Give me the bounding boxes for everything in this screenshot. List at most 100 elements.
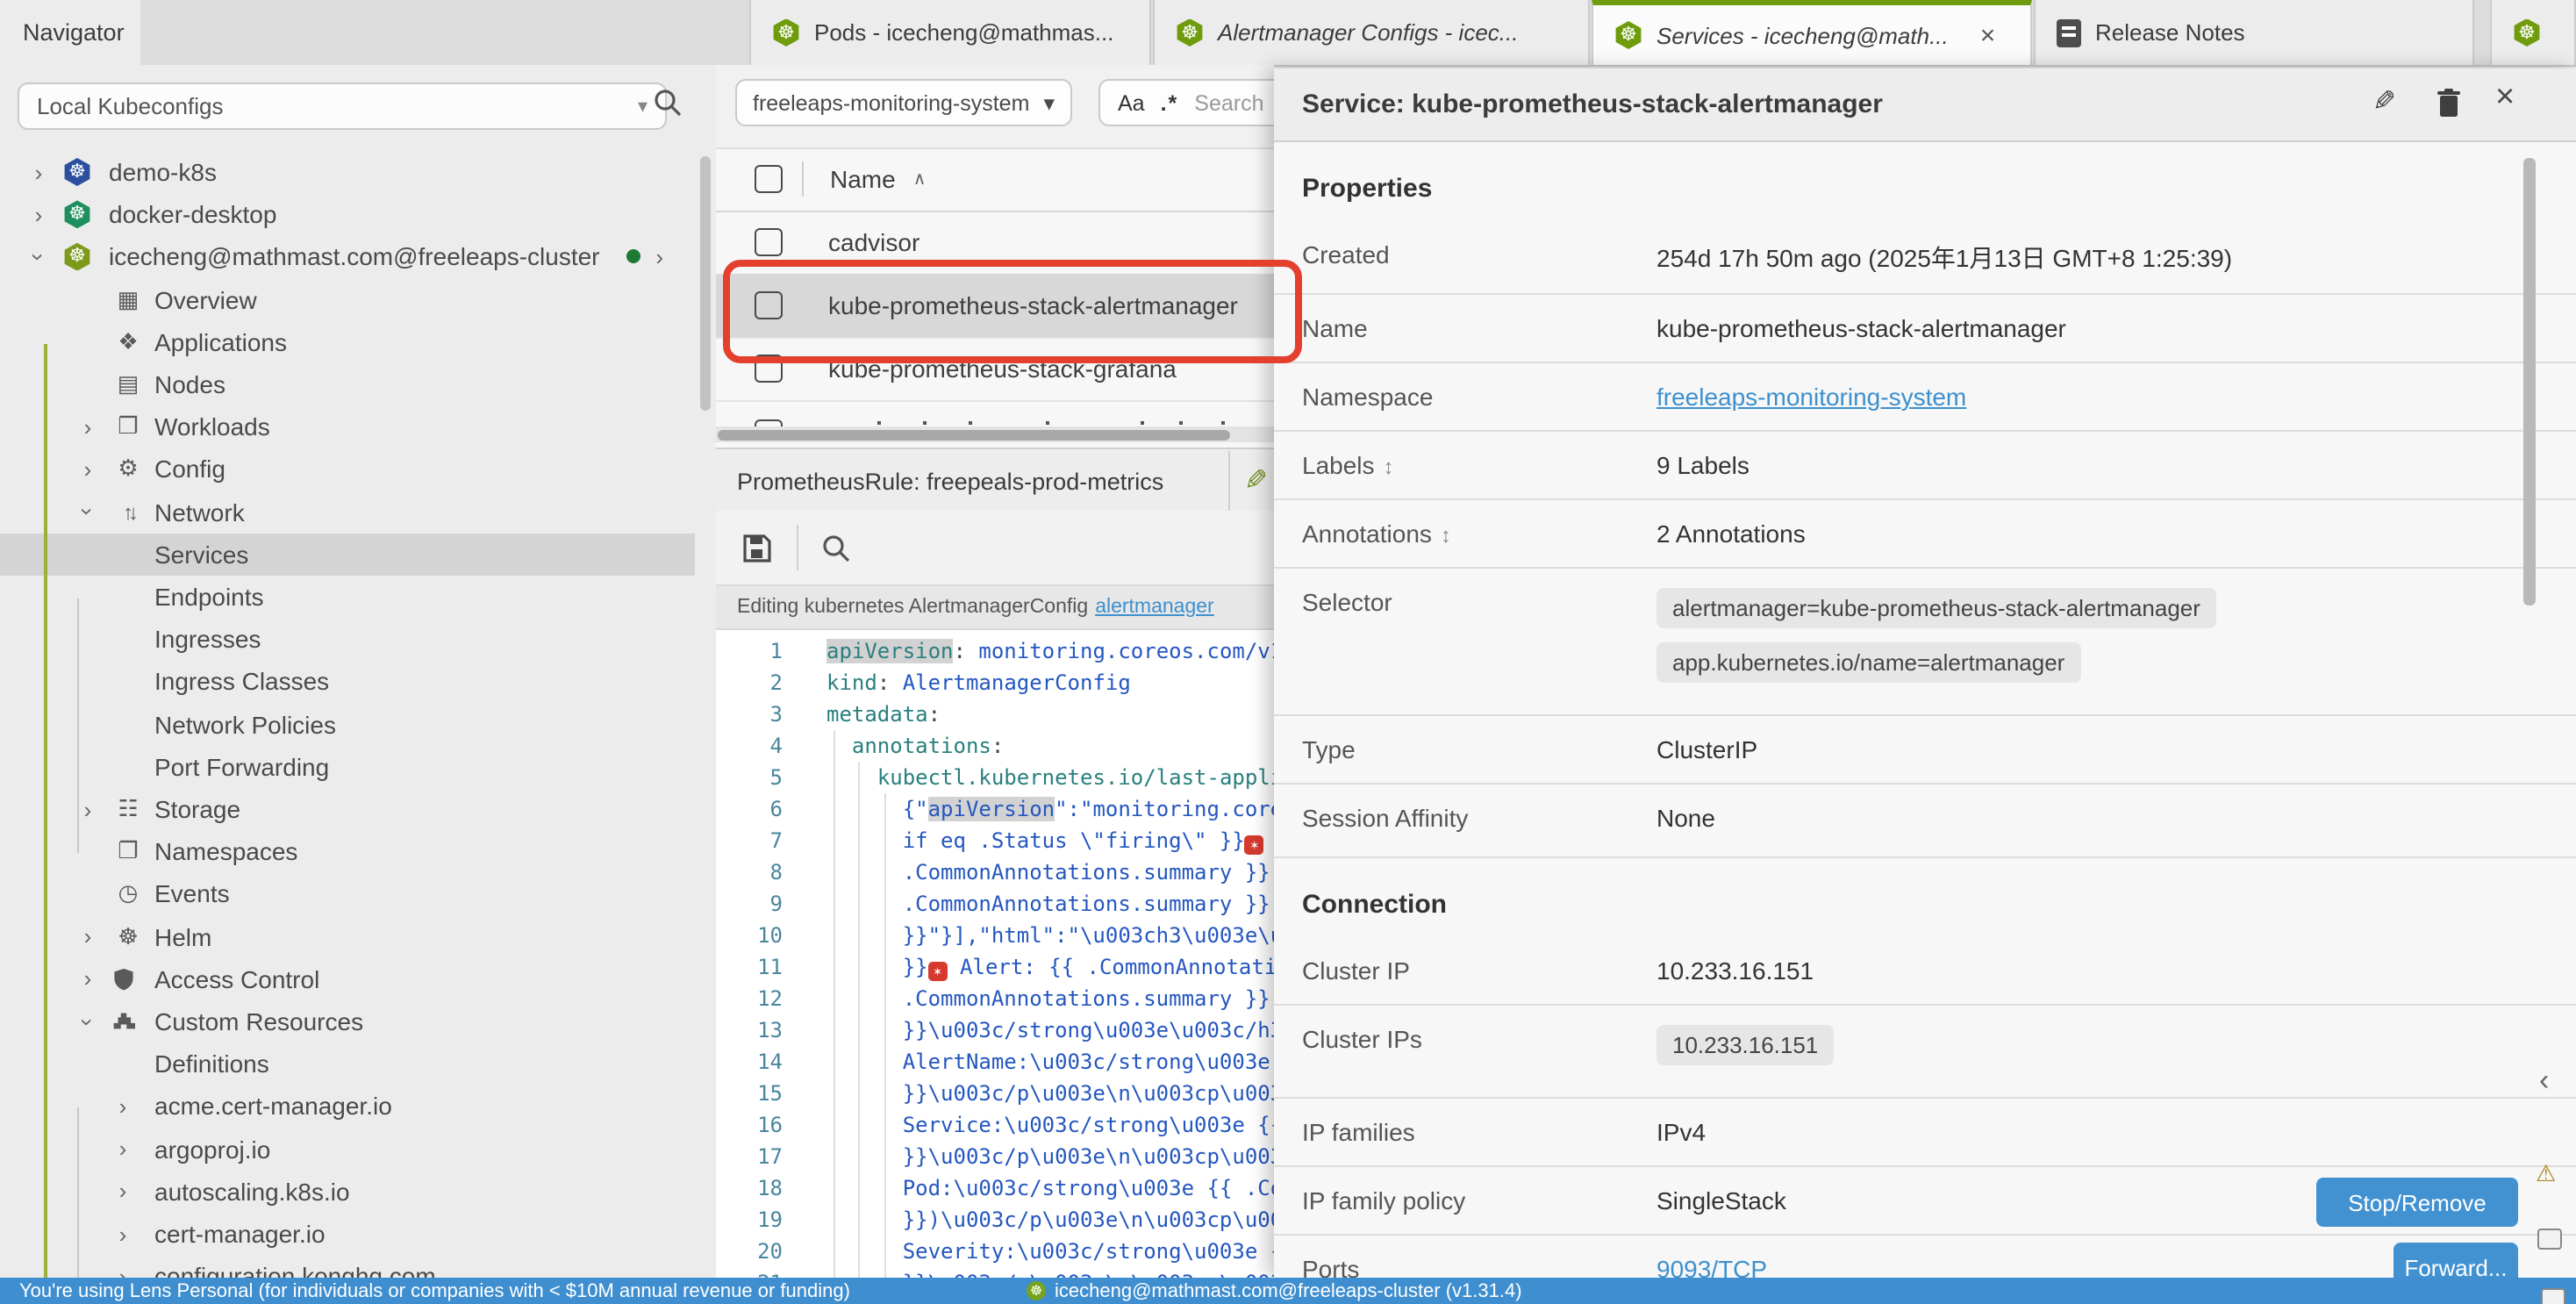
- panel-icon[interactable]: [2537, 1229, 2562, 1250]
- sort-asc-icon[interactable]: ∧: [913, 169, 927, 189]
- sidebar-item-workloads[interactable]: ›❒Workloads: [0, 405, 695, 448]
- chevron-right-icon[interactable]: ›: [77, 966, 98, 992]
- code-line-3: 3metadata:: [716, 699, 1274, 730]
- sidebar-item-demo-k8s[interactable]: ›☸demo-k8s: [0, 151, 695, 193]
- active-cluster-status[interactable]: ☸ icecheng@mathmast.com@freeleaps-cluste…: [1027, 1280, 1522, 1301]
- sidebar-item-icecheng-mathmast-com-freeleaps-cluster[interactable]: ›☸icecheng@mathmast.com@freeleaps-cluste…: [0, 236, 695, 278]
- trash-icon[interactable]: [2436, 88, 2462, 118]
- dock-tab-prometheusrule[interactable]: PrometheusRule: freepeals-prod-metrics: [737, 468, 1163, 494]
- chevron-right-icon[interactable]: ›: [77, 456, 98, 483]
- sidebar-item-custom-resources[interactable]: ›Custom Resources: [0, 1000, 695, 1042]
- chevron-right-icon[interactable]: ›: [77, 413, 98, 440]
- close-icon[interactable]: ×: [1980, 20, 1996, 50]
- code-line-6: 6 {"apiVersion":"monitoring.coreos: [716, 793, 1274, 825]
- list-search-input[interactable]: Aa .* Search: [1098, 79, 1274, 126]
- sidebar-item-storage[interactable]: ›☷Storage: [0, 788, 695, 830]
- sidebar-item-endpoints[interactable]: Endpoints: [0, 576, 695, 618]
- chevron-right-icon[interactable]: ›: [112, 1093, 133, 1120]
- chevron-down-icon[interactable]: ›: [75, 501, 101, 522]
- chevron-right-icon[interactable]: ›: [28, 201, 49, 227]
- sidebar-item-acme-cert-manager-io[interactable]: ›acme.cert-manager.io: [0, 1085, 695, 1128]
- regex-icon[interactable]: .*: [1161, 90, 1179, 115]
- chevron-right-icon[interactable]: ›: [655, 244, 663, 270]
- yaml-editor[interactable]: 1apiVersion: monitoring.coreos.com/v12ki…: [716, 630, 1274, 1278]
- tab-pods[interactable]: ☸Pods - icecheng@mathmas...: [749, 0, 1151, 65]
- line-content: }}✶ Alert: {{ .CommonAnnotati: [826, 951, 1274, 983]
- edit-pencil-icon[interactable]: ✎: [2372, 90, 2396, 118]
- tab-alertmanager[interactable]: ☸Alertmanager Configs - icec...: [1153, 0, 1590, 65]
- drawer-scrollbar[interactable]: [2523, 158, 2536, 605]
- code-line-5: 5 kubectl.kubernetes.io/last-applied: [716, 762, 1274, 793]
- edit-pencil-icon[interactable]: ✎: [1244, 463, 1268, 498]
- sidebar-item-network-policies[interactable]: Network Policies: [0, 703, 695, 745]
- sidebar-item-autoscaling-k8s-io[interactable]: ›autoscaling.k8s.io: [0, 1171, 695, 1213]
- row-label: Labels↕: [1274, 451, 1657, 479]
- sidebar-item-access-control[interactable]: ›Access Control: [0, 958, 695, 1000]
- chevron-right-icon[interactable]: ›: [77, 796, 98, 822]
- table-row-cadvisor[interactable]: cadvisor: [716, 211, 1274, 276]
- sidebar-item-cert-manager-io[interactable]: ›cert-manager.io: [0, 1213, 695, 1255]
- panel-icon[interactable]: [2541, 1288, 2565, 1304]
- row-text-clipped: [877, 421, 881, 425]
- sidebar-item-config[interactable]: ›⚙Config: [0, 448, 695, 491]
- cluster-status-text: icecheng@mathmast.com@freeleaps-cluster …: [1055, 1280, 1522, 1301]
- expand-toggle-icon[interactable]: ↕: [1384, 455, 1394, 479]
- row-checkbox[interactable]: [755, 291, 783, 319]
- sidebar-item-configuration-konghq-com[interactable]: ›configuration.konghq.com: [0, 1255, 695, 1278]
- tab-services[interactable]: ☸Services - icecheng@math...×: [1592, 0, 2032, 65]
- chevron-right-icon[interactable]: ›: [77, 923, 98, 949]
- save-icon[interactable]: [742, 533, 772, 562]
- warning-icon[interactable]: ⚠: [2536, 1160, 2556, 1188]
- sidebar-item-definitions[interactable]: Definitions: [0, 1042, 695, 1085]
- chevron-right-icon[interactable]: ›: [28, 159, 49, 185]
- table-row-kube-prometheus-stack-grafana[interactable]: kube-prometheus-stack-grafana: [716, 337, 1274, 402]
- sidebar-item-events[interactable]: ◷Events: [0, 873, 695, 915]
- sidebar-item-namespaces[interactable]: ❐Namespaces: [0, 830, 695, 872]
- row-checkbox[interactable]: [755, 228, 783, 256]
- collapse-chevron-icon[interactable]: ‹: [2539, 1064, 2549, 1099]
- port-link[interactable]: 9093/TCP: [1657, 1255, 1917, 1278]
- row-value: 10.233.16.151: [1657, 1025, 1834, 1079]
- drawer-row-annotations: Annotations↕2 Annotations: [1274, 500, 2576, 569]
- sidebar-item-ingress-classes[interactable]: Ingress Classes: [0, 661, 695, 703]
- match-case-icon[interactable]: Aa: [1118, 90, 1145, 115]
- sidebar-item-label: Events: [154, 880, 230, 908]
- chevron-down-icon[interactable]: ›: [25, 247, 52, 268]
- sidebar-item-applications[interactable]: ❖Applications: [0, 321, 695, 363]
- namespace-select[interactable]: freeleaps-monitoring-system ▾: [735, 79, 1072, 126]
- sidebar-item-network[interactable]: ›↑↓Network: [0, 491, 695, 533]
- chevron-down-icon[interactable]: ›: [75, 1011, 101, 1032]
- tab-partial[interactable]: ☸: [2490, 0, 2576, 65]
- sidebar-item-label: Endpoints: [154, 583, 264, 611]
- sidebar-item-argoproj-io[interactable]: ›argoproj.io: [0, 1128, 695, 1170]
- kubernetes-icon: ☸: [2513, 18, 2541, 47]
- sidebar-item-nodes[interactable]: ▤Nodes: [0, 363, 695, 405]
- sidebar-item-port-forwarding[interactable]: Port Forwarding: [0, 746, 695, 788]
- close-icon[interactable]: ×: [2495, 84, 2515, 112]
- sidebar-item-ingresses[interactable]: Ingresses: [0, 618, 695, 660]
- sidebar-item-label: Helm: [154, 922, 211, 950]
- alertmanagerconfig-link[interactable]: alertmanager: [1095, 597, 1214, 618]
- stop-remove-button[interactable]: Stop/Remove: [2316, 1178, 2518, 1227]
- chevron-right-icon[interactable]: ›: [112, 1179, 133, 1205]
- expand-toggle-icon[interactable]: ↕: [1441, 523, 1451, 548]
- select-all-checkbox[interactable]: [755, 165, 783, 193]
- column-header-name[interactable]: Name: [830, 165, 896, 193]
- table-row-kube-prometheus-stack-alertmanager[interactable]: kube-prometheus-stack-alertmanager: [716, 274, 1274, 339]
- sidebar-item-overview[interactable]: ▦Overview: [0, 278, 695, 320]
- sidebar-item-services[interactable]: Services: [0, 534, 695, 576]
- sidebar-item-docker-desktop[interactable]: ›☸docker-desktop: [0, 193, 695, 235]
- sidebar-item-helm[interactable]: ›☸Helm: [0, 915, 695, 957]
- puzzle-icon: [112, 1010, 144, 1033]
- tab-release[interactable]: Release Notes: [2034, 0, 2474, 65]
- chevron-right-icon[interactable]: ›: [112, 1221, 133, 1247]
- table-row-partial[interactable]: [716, 402, 1274, 426]
- horizontal-scrollbar[interactable]: [716, 426, 1274, 442]
- chevron-right-icon[interactable]: ›: [112, 1136, 133, 1162]
- chevron-right-icon[interactable]: ›: [112, 1263, 133, 1278]
- namespace-link[interactable]: freeleaps-monitoring-system: [1657, 383, 1966, 411]
- sidebar-scrollbar[interactable]: [700, 156, 711, 411]
- row-checkbox[interactable]: [755, 355, 783, 383]
- editor-search-icon[interactable]: [821, 533, 851, 562]
- row-checkbox[interactable]: [755, 419, 783, 426]
